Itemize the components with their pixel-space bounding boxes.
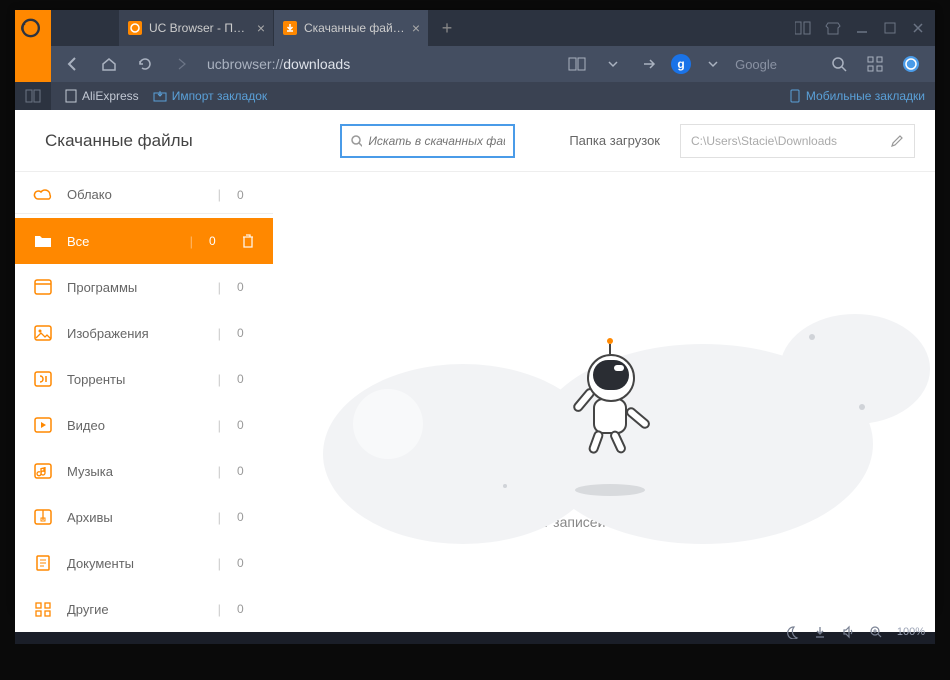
page-title: Скачанные файлы — [45, 131, 320, 151]
bookbar-toggle[interactable] — [15, 82, 51, 110]
bookmark-mobile[interactable]: Мобильные закладки — [789, 89, 925, 103]
browser-window: UC Browser - Погода, ... × Скачанные фай… — [15, 10, 935, 610]
category-documents[interactable]: Документы | 0 — [15, 540, 273, 586]
category-torrents[interactable]: Торренты | 0 — [15, 356, 273, 402]
close-icon[interactable]: × — [257, 20, 265, 36]
download-folder-field[interactable]: C:\Users\Stacie\Downloads — [680, 124, 915, 158]
search-icon — [350, 134, 362, 148]
bookmark-aliexpress[interactable]: AliExpress — [65, 89, 139, 103]
search-input[interactable] — [368, 134, 505, 148]
category-cloud[interactable]: Облако | 0 — [15, 176, 273, 214]
torrent-icon — [33, 369, 53, 389]
address-bar[interactable]: ucbrowser://downloads — [203, 56, 555, 72]
content-area: Нет записей о загрузках — [273, 172, 935, 632]
category-label: Музыка — [67, 464, 202, 479]
panels-icon[interactable] — [795, 21, 811, 35]
category-count: 0 — [237, 510, 255, 524]
programs-icon — [33, 277, 53, 297]
empty-illustration — [273, 274, 935, 534]
category-all[interactable]: Все | 0 — [15, 218, 273, 264]
category-label: Документы — [67, 556, 202, 571]
category-music[interactable]: Музыка | 0 — [15, 448, 273, 494]
category-label: Облако — [67, 187, 202, 202]
chevron-down-icon[interactable] — [599, 50, 627, 78]
category-label: Архивы — [67, 510, 202, 525]
category-count: 0 — [237, 326, 255, 340]
maximize-icon[interactable] — [883, 21, 897, 35]
category-images[interactable]: Изображения | 0 — [15, 310, 273, 356]
page-body: Облако | 0 Все | 0 Программы | 0 — [15, 172, 935, 632]
video-icon — [33, 415, 53, 435]
search-engine-label: Google — [735, 57, 777, 72]
uc-icon[interactable] — [897, 50, 925, 78]
bookmark-import[interactable]: Импорт закладок — [153, 89, 267, 103]
edit-icon[interactable] — [890, 134, 904, 148]
downloads-search[interactable] — [340, 124, 515, 158]
window-close-icon[interactable] — [911, 21, 925, 35]
bookmarks-bar: AliExpress Импорт закладок Мобильные зак… — [15, 82, 935, 110]
archive-icon — [33, 507, 53, 527]
music-icon — [33, 461, 53, 481]
cloud-icon — [33, 185, 53, 205]
category-programs[interactable]: Программы | 0 — [15, 264, 273, 310]
folder-icon — [33, 231, 53, 251]
downloads-page: Скачанные файлы Папка загрузок C:\Users\… — [15, 110, 935, 632]
astronaut-icon — [573, 354, 653, 464]
category-label: Все — [67, 234, 174, 249]
document-icon — [33, 553, 53, 573]
apps-icon[interactable] — [861, 50, 889, 78]
category-count: 0 — [237, 188, 255, 202]
grid-icon — [33, 599, 53, 619]
category-label: Изображения — [67, 326, 202, 341]
tab-uc-browser[interactable]: UC Browser - Погода, ... × — [119, 10, 274, 46]
category-label: Другие — [67, 602, 202, 617]
close-icon[interactable]: × — [412, 20, 420, 36]
go-button[interactable] — [635, 50, 663, 78]
new-tab-button[interactable]: + — [429, 10, 465, 46]
tab-downloads[interactable]: Скачанные файлы × — [274, 10, 429, 46]
title-bar: UC Browser - Погода, ... × Скачанные фай… — [15, 10, 935, 46]
import-icon — [153, 90, 167, 102]
category-sidebar: Облако | 0 Все | 0 Программы | 0 — [15, 172, 273, 632]
logo-strip — [15, 46, 51, 82]
uc-logo-corner — [15, 10, 51, 46]
page-icon — [65, 89, 77, 103]
category-other[interactable]: Другие | 0 — [15, 586, 273, 632]
chevron-down-icon[interactable] — [699, 50, 727, 78]
page-header: Скачанные файлы Папка загрузок C:\Users\… — [15, 110, 935, 172]
category-label: Торренты — [67, 372, 202, 387]
reload-button[interactable] — [131, 50, 159, 78]
reader-icon[interactable] — [563, 50, 591, 78]
category-video[interactable]: Видео | 0 — [15, 402, 273, 448]
minimize-icon[interactable] — [855, 21, 869, 35]
nav-bar: ucbrowser://downloads g Google — [15, 46, 935, 82]
category-count: 0 — [209, 234, 227, 248]
category-count: 0 — [237, 556, 255, 570]
skin-icon[interactable] — [825, 21, 841, 35]
tab-strip: UC Browser - Погода, ... × Скачанные фай… — [119, 10, 465, 46]
category-count: 0 — [237, 372, 255, 386]
mobile-icon — [789, 89, 801, 103]
folder-label: Папка загрузок — [569, 133, 660, 148]
window-controls — [785, 10, 935, 46]
image-icon — [33, 323, 53, 343]
category-count: 0 — [237, 602, 255, 616]
category-archives[interactable]: Архивы | 0 — [15, 494, 273, 540]
tab-label: Скачанные файлы — [304, 21, 406, 35]
folder-path-text: C:\Users\Stacie\Downloads — [691, 134, 837, 148]
home-button[interactable] — [95, 50, 123, 78]
search-engine-badge[interactable]: g — [671, 54, 691, 74]
category-label: Программы — [67, 280, 202, 295]
search-button[interactable] — [825, 50, 853, 78]
category-count: 0 — [237, 464, 255, 478]
trash-icon[interactable] — [241, 233, 255, 249]
forward-button[interactable] — [167, 50, 195, 78]
category-count: 0 — [237, 280, 255, 294]
download-icon — [282, 20, 298, 36]
category-label: Видео — [67, 418, 202, 433]
tab-label: UC Browser - Погода, ... — [149, 21, 251, 35]
category-count: 0 — [237, 418, 255, 432]
back-button[interactable] — [59, 50, 87, 78]
uc-icon — [127, 20, 143, 36]
